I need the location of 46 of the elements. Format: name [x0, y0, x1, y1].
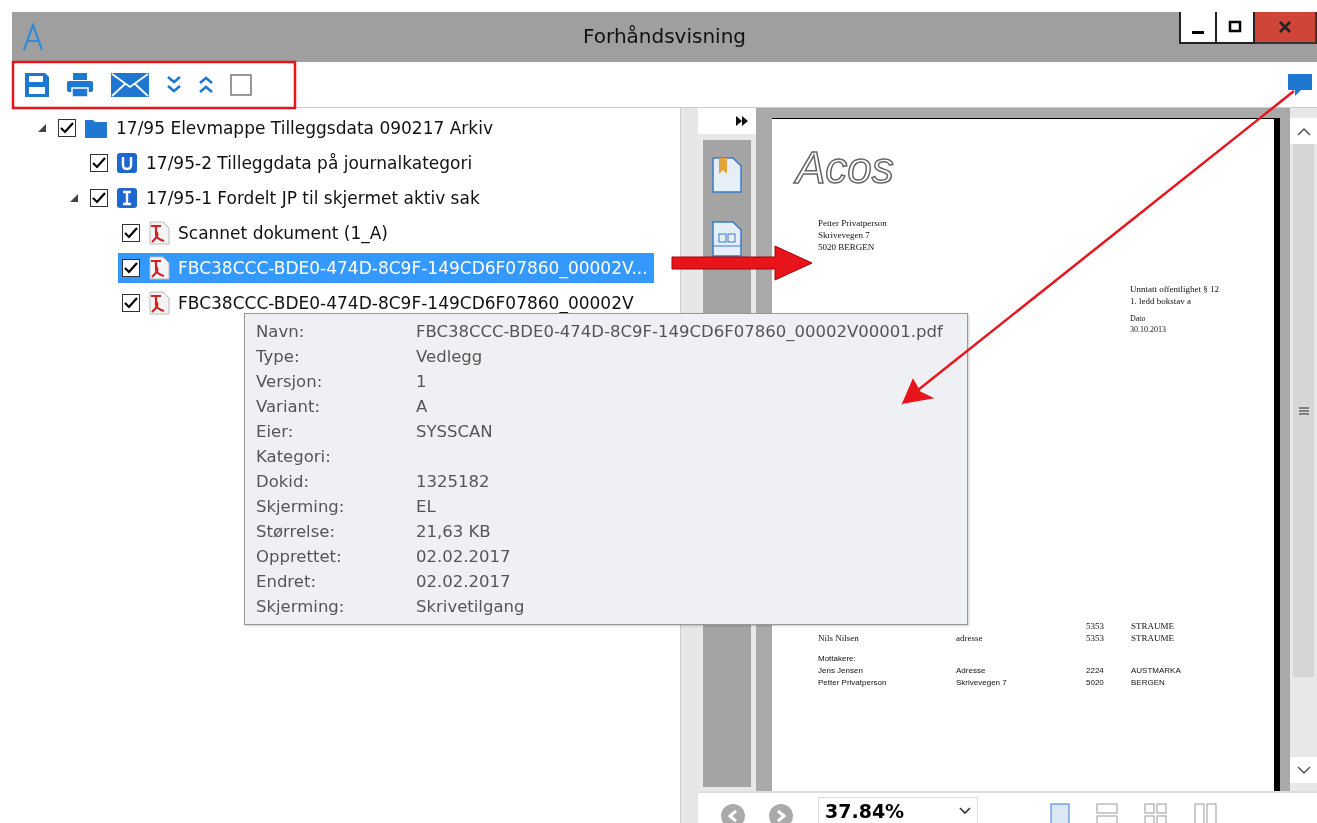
address-line: Skrivevegen 7: [818, 229, 871, 241]
field-label: Variant:: [256, 397, 322, 418]
field-value: 02.02.2017: [416, 547, 512, 568]
field-value: FBC38CCC-BDE0-474D-8C9F-149CD6F07860_00002V00001.pdf: [416, 322, 944, 343]
field-value: A: [416, 397, 429, 418]
field-label: Opprettet:: [256, 547, 343, 568]
field-label: Type:: [256, 347, 301, 368]
field-label: Eier:: [256, 422, 295, 443]
table-cell-text: Jens Jensen: [818, 665, 864, 676]
table-cell-text: STRAUME: [1131, 633, 1175, 644]
date-label: Dato: [1130, 313, 1147, 324]
table-cell-text: 5353: [1086, 633, 1105, 644]
recipients-label: Mottakere:: [818, 653, 857, 664]
field-label: Dokid:: [256, 472, 310, 493]
field-label: Størrelse:: [256, 522, 336, 543]
field-value: Skrivetilgang: [416, 597, 526, 618]
table-cell-text: STRAUME: [1131, 621, 1175, 632]
date-text: 30.10.2013: [1130, 324, 1167, 335]
address-line: 5020 BERGEN: [818, 241, 876, 253]
field-value: Vedlegg: [416, 347, 484, 368]
field-value: EL: [416, 497, 437, 518]
notice-line: 1. ledd bokstav a: [1130, 295, 1192, 307]
field-value: 1325182: [416, 472, 491, 493]
table-cell-text: Petter Privatperson: [818, 677, 888, 688]
window-title: Forhåndsvisning: [583, 24, 746, 48]
table-cell-text: 5353: [1086, 621, 1105, 632]
address-line: Petter Privatperson: [818, 217, 888, 229]
table-cell-text: adresse: [956, 633, 984, 644]
field-label: Endret:: [256, 572, 317, 593]
field-label: Skjerming:: [256, 597, 346, 618]
field-label: Kategori:: [256, 447, 332, 468]
field-value: 02.02.2017: [416, 572, 512, 593]
field-value: 21,63 KB: [416, 522, 492, 543]
field-label: Navn:: [256, 322, 306, 343]
notice-line: Unntatt offentlighet § 12: [1130, 283, 1221, 295]
field-value: SYSSCAN: [416, 422, 494, 443]
table-cell-text: Adresse: [956, 665, 987, 676]
table-cell-text: AUSTMARKA: [1131, 665, 1182, 676]
field-value: 1: [416, 372, 428, 393]
field-label: Versjon:: [256, 372, 324, 393]
table-cell-text: Skrivevegen 7: [956, 677, 1008, 688]
table-cell-text: 5020: [1086, 677, 1105, 688]
table-cell-text: 2224: [1086, 665, 1105, 676]
field-label: Skjerming:: [256, 497, 346, 518]
table-cell-text: Nils Nilsen: [818, 633, 860, 644]
table-cell-text: BERGEN: [1131, 677, 1166, 688]
